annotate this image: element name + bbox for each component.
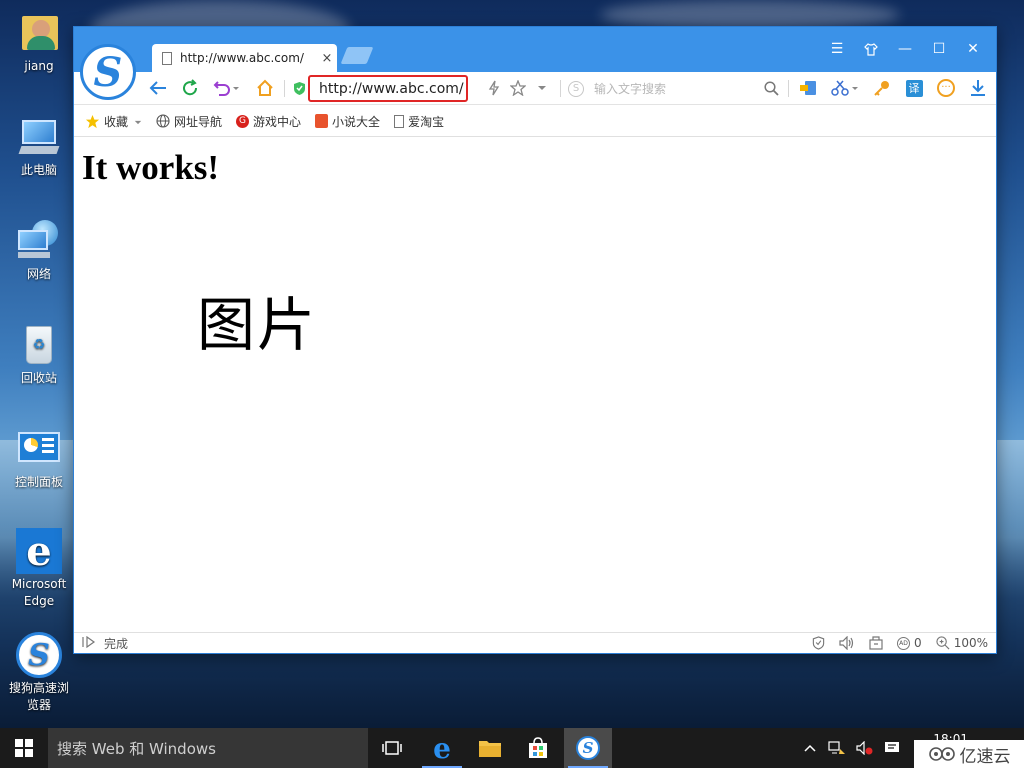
page-content: It works! 图片 xyxy=(74,138,996,632)
bookmark-novels[interactable]: 小说大全 xyxy=(315,113,380,130)
desktop-icon-control-panel[interactable]: 控制面板 xyxy=(4,426,74,491)
chevron-down-icon xyxy=(134,114,142,128)
computer-icon xyxy=(16,114,62,160)
more-icon[interactable]: ··· xyxy=(934,76,958,100)
bookmark-taobao[interactable]: 爱淘宝 xyxy=(394,113,444,130)
page-icon xyxy=(394,114,405,128)
bookmark-favorites[interactable]: 收藏 xyxy=(85,113,142,130)
novel-icon xyxy=(315,114,329,128)
key-icon[interactable] xyxy=(870,76,894,100)
store-icon[interactable] xyxy=(514,728,562,768)
bookmarks-bar: 收藏 网址导航 G 游戏中心 小说大全 爱淘宝 xyxy=(74,106,996,137)
zoom-icon xyxy=(936,636,950,650)
undo-close-icon[interactable] xyxy=(210,76,242,100)
adblock-counter[interactable]: AD 0 xyxy=(897,636,922,650)
action-center-icon[interactable] xyxy=(884,741,900,755)
shield-status-icon[interactable] xyxy=(812,636,825,650)
desktop-icon-label: 此电脑 xyxy=(20,163,57,177)
user-folder-icon xyxy=(16,10,62,56)
bookmark-games[interactable]: G 游戏中心 xyxy=(236,113,301,130)
recycle-bin-icon: ♻ xyxy=(16,322,62,368)
window-capture-icon[interactable] xyxy=(869,636,883,650)
desktop-icon-sogou-browser[interactable]: S 搜狗高速浏览器 xyxy=(4,632,74,714)
back-arrow-icon[interactable] xyxy=(146,76,170,100)
tab-active[interactable]: http://www.abc.com/ × xyxy=(152,44,337,72)
separator xyxy=(560,80,561,97)
title-bar: http://www.abc.com/ × ☰ — ☐ ✕ xyxy=(74,27,996,72)
adblock-icon: AD xyxy=(897,636,911,650)
globe-icon xyxy=(156,114,170,128)
desktop-icon-label: 回收站 xyxy=(20,371,57,385)
network-icon xyxy=(16,218,62,264)
desktop-icon-jiang[interactable]: jiang xyxy=(4,10,74,75)
skin-icon[interactable] xyxy=(854,38,888,60)
desktop-icon-label: jiang xyxy=(24,59,54,73)
edge-icon: e xyxy=(16,528,62,574)
taskbar-search-box[interactable]: 搜索 Web 和 Windows xyxy=(48,728,368,768)
home-icon[interactable] xyxy=(252,76,278,100)
screenshot-scissors-icon[interactable] xyxy=(828,76,862,100)
taskbar-edge-icon[interactable]: e xyxy=(418,728,466,768)
chevron-down-icon[interactable] xyxy=(534,76,550,100)
star-icon xyxy=(85,114,100,129)
search-field[interactable]: S 输入文字搜索 xyxy=(568,80,666,97)
desktop-icon-network[interactable]: 网络 xyxy=(4,218,74,283)
sogou-search-icon: S xyxy=(568,80,584,97)
search-icon[interactable] xyxy=(760,76,782,100)
desktop-icon-label: 搜狗高速浏览器 xyxy=(8,681,69,712)
watermark: 亿速云 xyxy=(914,740,1024,768)
zoom-control[interactable]: 100% xyxy=(936,636,988,650)
desktop-icon-recycle-bin[interactable]: ♻ 回收站 xyxy=(4,322,74,387)
desktop-icon-label: 网络 xyxy=(26,267,51,281)
task-view-button[interactable] xyxy=(368,728,416,768)
sogou-browser-icon: S xyxy=(16,632,62,678)
new-tab-button[interactable] xyxy=(340,47,374,64)
sogou-logo-icon[interactable]: S xyxy=(80,44,136,100)
star-icon[interactable] xyxy=(508,76,528,100)
separator xyxy=(788,80,789,97)
desktop-icon-edge[interactable]: e Microsoft Edge xyxy=(4,528,74,610)
security-shield-icon[interactable] xyxy=(290,76,308,100)
menu-icon[interactable]: ☰ xyxy=(820,38,854,60)
status-bar: 完成 AD 0 100% xyxy=(74,632,996,653)
desktop-icon-this-pc[interactable]: 此电脑 xyxy=(4,114,74,179)
tab-close-icon[interactable]: × xyxy=(317,51,337,66)
minimize-button[interactable]: — xyxy=(888,38,922,60)
search-placeholder: 输入文字搜索 xyxy=(594,82,667,96)
taskbar: 搜索 Web 和 Windows e S xyxy=(0,728,1024,768)
windows-logo-icon xyxy=(15,739,33,757)
game-icon: G xyxy=(236,114,250,128)
extension-icon[interactable] xyxy=(796,76,820,100)
network-status-icon[interactable] xyxy=(828,741,846,755)
download-icon[interactable] xyxy=(966,76,990,100)
translate-icon[interactable]: 译 xyxy=(902,76,926,100)
taskbar-sogou-browser-icon[interactable]: S xyxy=(564,728,612,768)
browser-window: http://www.abc.com/ × ☰ — ☐ ✕ S http://w… xyxy=(73,26,997,654)
refresh-icon[interactable] xyxy=(178,76,202,100)
volume-muted-icon[interactable] xyxy=(856,741,874,755)
status-text: 完成 xyxy=(104,636,129,651)
desktop-icon-label: Microsoft Edge xyxy=(11,577,67,608)
start-button[interactable] xyxy=(0,728,48,768)
control-panel-icon xyxy=(16,426,62,472)
desktop-icon-label: 控制面板 xyxy=(14,475,63,489)
page-heading: It works! xyxy=(82,148,220,187)
lightning-icon[interactable] xyxy=(484,76,504,100)
broken-image-alt-text: 图片 xyxy=(197,291,318,359)
bookmark-nav[interactable]: 网址导航 xyxy=(156,113,222,130)
close-button[interactable]: ✕ xyxy=(956,38,990,60)
chevron-up-icon[interactable] xyxy=(804,744,816,752)
maximize-button[interactable]: ☐ xyxy=(922,38,956,60)
volume-icon[interactable] xyxy=(839,636,855,650)
address-bar[interactable]: http://www.abc.com/ xyxy=(308,75,468,102)
page-icon xyxy=(162,51,172,65)
watermark-logo-icon xyxy=(928,746,956,762)
tab-title: http://www.abc.com/ xyxy=(180,51,304,65)
file-explorer-icon[interactable] xyxy=(466,728,514,768)
sidebar-toggle-icon[interactable] xyxy=(82,635,96,651)
separator xyxy=(284,80,285,97)
navigation-bar: http://www.abc.com/ S 输入文字搜索 译 ··· xyxy=(74,72,996,105)
